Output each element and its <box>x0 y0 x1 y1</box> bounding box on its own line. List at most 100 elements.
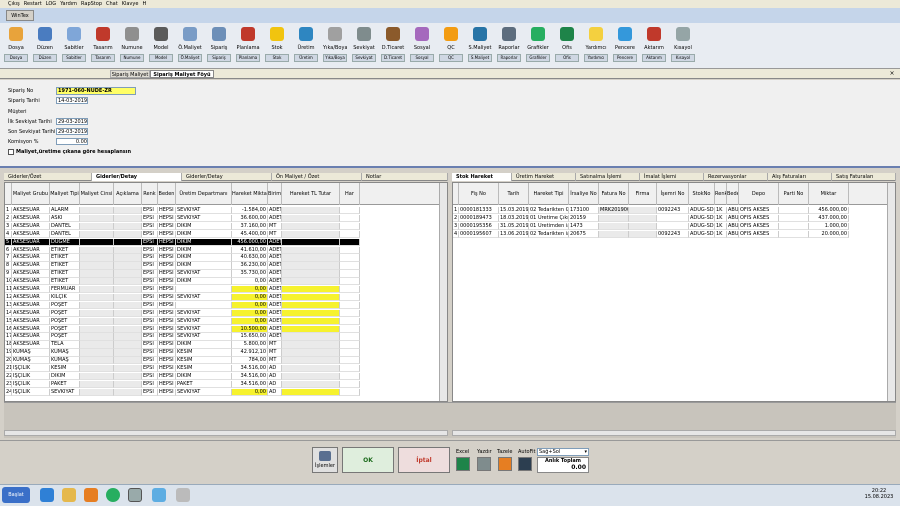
table-row[interactable]: 4 AKSESUAR DANTEL EPSI HEPSI DİKİM 45.400,00 MT <box>5 230 439 239</box>
ribbon-dropdown[interactable]: Ofis <box>555 54 579 62</box>
ribbon-button-18[interactable]: Grafikler Grafikler <box>526 25 550 67</box>
ribbon-dropdown[interactable]: Aktarım <box>642 54 666 62</box>
left-tab-2[interactable]: Giderler/Detay <box>182 173 272 181</box>
ribbon-button-3[interactable]: Tasarım Tasarım <box>91 25 115 67</box>
table-row[interactable]: 17 AKSESUAR POŞET EPSI HEPSI SEVKİYAT 15.650,0… <box>5 333 439 341</box>
column-header[interactable]: Tarih <box>499 183 529 205</box>
table-row[interactable]: 24 İŞÇİLİK SEVKİYAT EPSI HEPSI SEVKİYAT 0,00 AD <box>5 388 439 397</box>
folder-icon[interactable] <box>62 488 76 502</box>
right-tab-3[interactable]: İmalat İşlemi <box>640 173 704 181</box>
ribbon-button-1[interactable]: Düzen Düzen <box>33 25 57 67</box>
menu-item[interactable]: Klavye <box>122 1 139 7</box>
column-header[interactable]: Parti No <box>779 183 809 205</box>
ribbon-dropdown[interactable]: Yıka/Boya <box>323 54 347 62</box>
table-row[interactable]: 8 AKSESUAR ETİKET EPSI HEPSI DİKİM 36.230,00 AD… <box>5 262 439 270</box>
ribbon-dropdown[interactable]: Sevkiyat <box>352 54 376 62</box>
column-header[interactable]: Açıklama <box>114 183 142 205</box>
ribbon-dropdown[interactable]: Numune <box>120 54 144 62</box>
ribbon-button-4[interactable]: Numune Numune <box>120 25 144 67</box>
menu-item[interactable]: H <box>142 1 146 7</box>
son-sevkiyat-field[interactable]: 29-03-2019 <box>56 128 88 135</box>
right-tab-0[interactable]: Stok Hareket <box>452 173 512 181</box>
ribbon-dropdown[interactable]: D.Ticaret <box>381 54 405 62</box>
ribbon-dropdown[interactable]: Raporlar <box>497 54 521 62</box>
ribbon-button-16[interactable]: S.Maliyet S.Maliyet <box>468 25 492 67</box>
ribbon-button-14[interactable]: Sosyal Sosyal <box>410 25 434 67</box>
komisyon-field[interactable]: 0.00 <box>56 138 88 145</box>
ilk-sevkiyat-field[interactable]: 29-03-2019 <box>56 118 88 125</box>
ribbon-dropdown[interactable]: Stok <box>265 54 289 62</box>
iptal-button[interactable]: İptal <box>398 447 450 473</box>
column-header[interactable]: İrsaliye No <box>569 183 599 205</box>
wintex-app-icon[interactable] <box>128 488 142 502</box>
table-row[interactable]: 18 AKSESUAR TELA EPSI HEPSI DİKİM 5.800,00 MT <box>5 341 439 349</box>
table-row[interactable]: 9 AKSESUAR ETİKET EPSI HEPSI SEVKİYAT 35.730,0… <box>5 270 439 278</box>
ribbon-dropdown[interactable]: Sabitler <box>62 54 86 62</box>
column-header[interactable]: Depo <box>739 183 779 205</box>
close-icon[interactable]: × <box>888 70 896 78</box>
table-row[interactable]: 16 AKSESUAR POŞET EPSI HEPSI SEVKİYAT 10.500,0… <box>5 325 439 333</box>
right-tab-1[interactable]: Üretim Hareket <box>512 173 576 181</box>
left-tab-3[interactable]: Ön Maliyet / Özet <box>272 173 362 181</box>
ok-button[interactable]: OK <box>342 447 394 473</box>
column-header[interactable]: Firma <box>629 183 657 205</box>
right-tab-6[interactable]: Satış Faturaları <box>832 173 896 181</box>
printer-icon[interactable] <box>477 457 491 471</box>
ribbon-dropdown[interactable]: Planlama <box>236 54 260 62</box>
ribbon-dropdown[interactable]: Dosya <box>4 54 28 62</box>
column-header[interactable]: İşemri No <box>657 183 689 205</box>
column-header[interactable]: Fiş No <box>459 183 499 205</box>
autofit-icon[interactable] <box>518 457 532 471</box>
table-row[interactable]: 23 İŞÇİLİK PAKET EPSI HEPSI PAKET 34.516,00 AD <box>5 380 439 389</box>
ribbon-button-5[interactable]: Model Model <box>149 25 173 67</box>
ribbon-button-22[interactable]: Aktarım Aktarım <box>642 25 666 67</box>
left-tab-4[interactable]: Notlar <box>362 173 448 181</box>
menu-item[interactable]: RapStop <box>81 1 102 7</box>
siparis-tarihi-field[interactable]: 14-03-2019 <box>56 97 88 104</box>
table-row[interactable]: 4000019560713.06.201902 Tedarikten iade2… <box>453 230 887 239</box>
ribbon-dropdown[interactable]: QC <box>439 54 463 62</box>
column-header[interactable]: Fatura No <box>599 183 629 205</box>
ribbon-button-7[interactable]: Sipariş Sipariş <box>207 25 231 67</box>
left-tab-1[interactable]: Giderler/Detay <box>92 173 182 181</box>
ribbon-button-8[interactable]: Planlama Planlama <box>236 25 260 67</box>
column-header[interactable]: Üretim Departmanı <box>176 183 232 205</box>
ribbon-button-20[interactable]: Yardımcı Yardımcı <box>584 25 608 67</box>
table-row[interactable]: 12 AKSESUAR KILÇIK EPSI HEPSI SEVKİYAT 0,00 ADE… <box>5 293 439 302</box>
left-tab-0[interactable]: Giderler/Özet <box>4 173 92 181</box>
column-header[interactable]: Renk <box>142 183 158 205</box>
column-header[interactable]: Miktar <box>809 183 849 205</box>
ribbon-button-6[interactable]: Ö.Maliyet Ö.Maliyet <box>178 25 202 67</box>
start-button[interactable]: Başlat <box>2 487 30 503</box>
ribbon-dropdown[interactable]: Pencere <box>613 54 637 62</box>
ribbon-dropdown[interactable]: Üretim <box>294 54 318 62</box>
table-row[interactable]: 11 AKSESUAR FERMUAR EPSI HEPSI 0,00 ADET <box>5 286 439 294</box>
ribbon-dropdown[interactable]: Yardımcı <box>584 54 608 62</box>
media-player-icon[interactable] <box>84 488 98 502</box>
column-header[interactable]: Renk <box>715 183 727 205</box>
column-header[interactable]: Hareket TL Tutar <box>282 183 340 205</box>
table-row[interactable]: 13 AKSESUAR POŞET EPSI HEPSI 0,00 ADET <box>5 301 439 310</box>
menu-item[interactable]: Chat <box>106 1 118 7</box>
table-row[interactable]: 3000019535631.05.201901 Üretimden iade14… <box>453 222 887 231</box>
ribbon-button-15[interactable]: QC QC <box>439 25 463 67</box>
ribbon-dropdown[interactable]: Grafikler <box>526 54 550 62</box>
table-row[interactable]: 20 KUMAŞ KUMAŞ EPSI HEPSI KESİM 784,00 MT <box>5 357 439 365</box>
menu-item[interactable]: LOG <box>46 1 56 7</box>
table-row[interactable]: 15 AKSESUAR POŞET EPSI HEPSI SEVKİYAT 0,00 ADET <box>5 317 439 325</box>
window-tab-wintex[interactable]: WinTex <box>6 10 34 21</box>
ribbon-dropdown[interactable]: Model <box>149 54 173 62</box>
ribbon-button-2[interactable]: Sabitler Sabitler <box>62 25 86 67</box>
menu-item[interactable]: Restart <box>24 1 42 7</box>
right-vertical-scrollbar[interactable] <box>887 183 895 401</box>
ribbon-button-21[interactable]: Pencere Pencere <box>613 25 637 67</box>
table-row[interactable]: 10 AKSESUAR ETİKET EPSI HEPSI DİKİM 0,00 ADET <box>5 278 439 286</box>
column-header[interactable]: Maliyet Grubu <box>12 183 50 205</box>
right-tab-5[interactable]: Alış Faturaları <box>768 173 832 181</box>
table-row[interactable]: 2 0000189473 18.03.2019 01 Üretime Çıkış 201… <box>453 214 887 223</box>
ribbon-dropdown[interactable]: Tasarım <box>91 54 115 62</box>
tab-siparis-maliyet-foyu[interactable]: Sipariş Maliyet Föyü <box>150 70 214 78</box>
column-header[interactable]: Beden <box>158 183 176 205</box>
ribbon-button-9[interactable]: Stok Stok <box>265 25 289 67</box>
table-row[interactable]: 14 AKSESUAR POŞET EPSI HEPSI SEVKİYAT 0,00 ADET <box>5 309 439 318</box>
